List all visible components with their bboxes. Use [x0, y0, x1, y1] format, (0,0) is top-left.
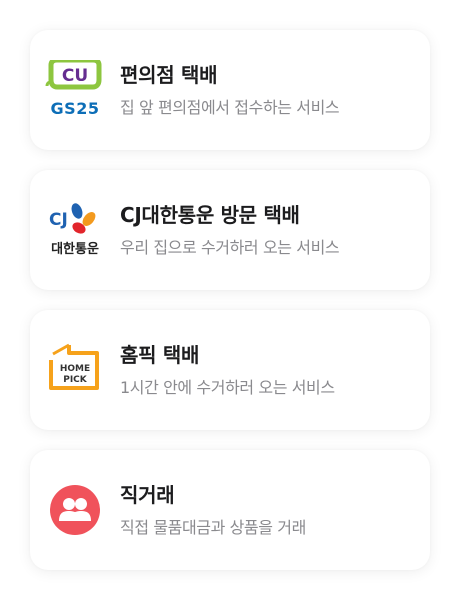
svg-text:PICK: PICK — [63, 375, 88, 385]
svg-text:대한통운: 대한통운 — [51, 241, 99, 257]
svg-text:CJ: CJ — [49, 210, 68, 230]
svg-text:GS25: GS25 — [51, 99, 100, 118]
svg-text:CU: CU — [62, 66, 88, 86]
option-description: 집 앞 편의점에서 접수하는 서비스 — [120, 97, 340, 117]
option-convenience-store[interactable]: CU GS25 편의점 택배 집 앞 편의점에서 접수하는 서비스 — [30, 30, 430, 150]
option-direct-deal[interactable]: 직거래 직접 물품대금과 상품을 거래 — [30, 450, 430, 570]
option-title: CJ대한통운 방문 택배 — [120, 202, 300, 227]
option-description: 우리 집으로 수거하러 오는 서비스 — [120, 237, 340, 257]
option-title: 홈픽 택배 — [120, 342, 200, 367]
svg-text:HOME: HOME — [60, 364, 90, 374]
option-title: 직거래 — [120, 482, 175, 507]
homepick-logo: HOME PICK — [30, 310, 120, 430]
delivery-option-list: CU GS25 편의점 택배 집 앞 편의점에서 접수하는 서비스 CJ 대한통… — [0, 0, 460, 600]
option-title: 편의점 택배 — [120, 62, 218, 87]
option-description: 1시간 안에 수거하러 오는 서비스 — [120, 377, 335, 397]
cu-gs25-logo: CU GS25 — [30, 30, 120, 150]
option-description: 직접 물품대금과 상품을 거래 — [120, 517, 306, 537]
cj-logo: CJ 대한통운 — [30, 170, 120, 290]
option-homepick[interactable]: HOME PICK 홈픽 택배 1시간 안에 수거하러 오는 서비스 — [30, 310, 430, 430]
people-icon — [50, 485, 100, 535]
option-cj-visit[interactable]: CJ 대한통운 CJ대한통운 방문 택배 우리 집으로 수거하러 오는 서비스 — [30, 170, 430, 290]
